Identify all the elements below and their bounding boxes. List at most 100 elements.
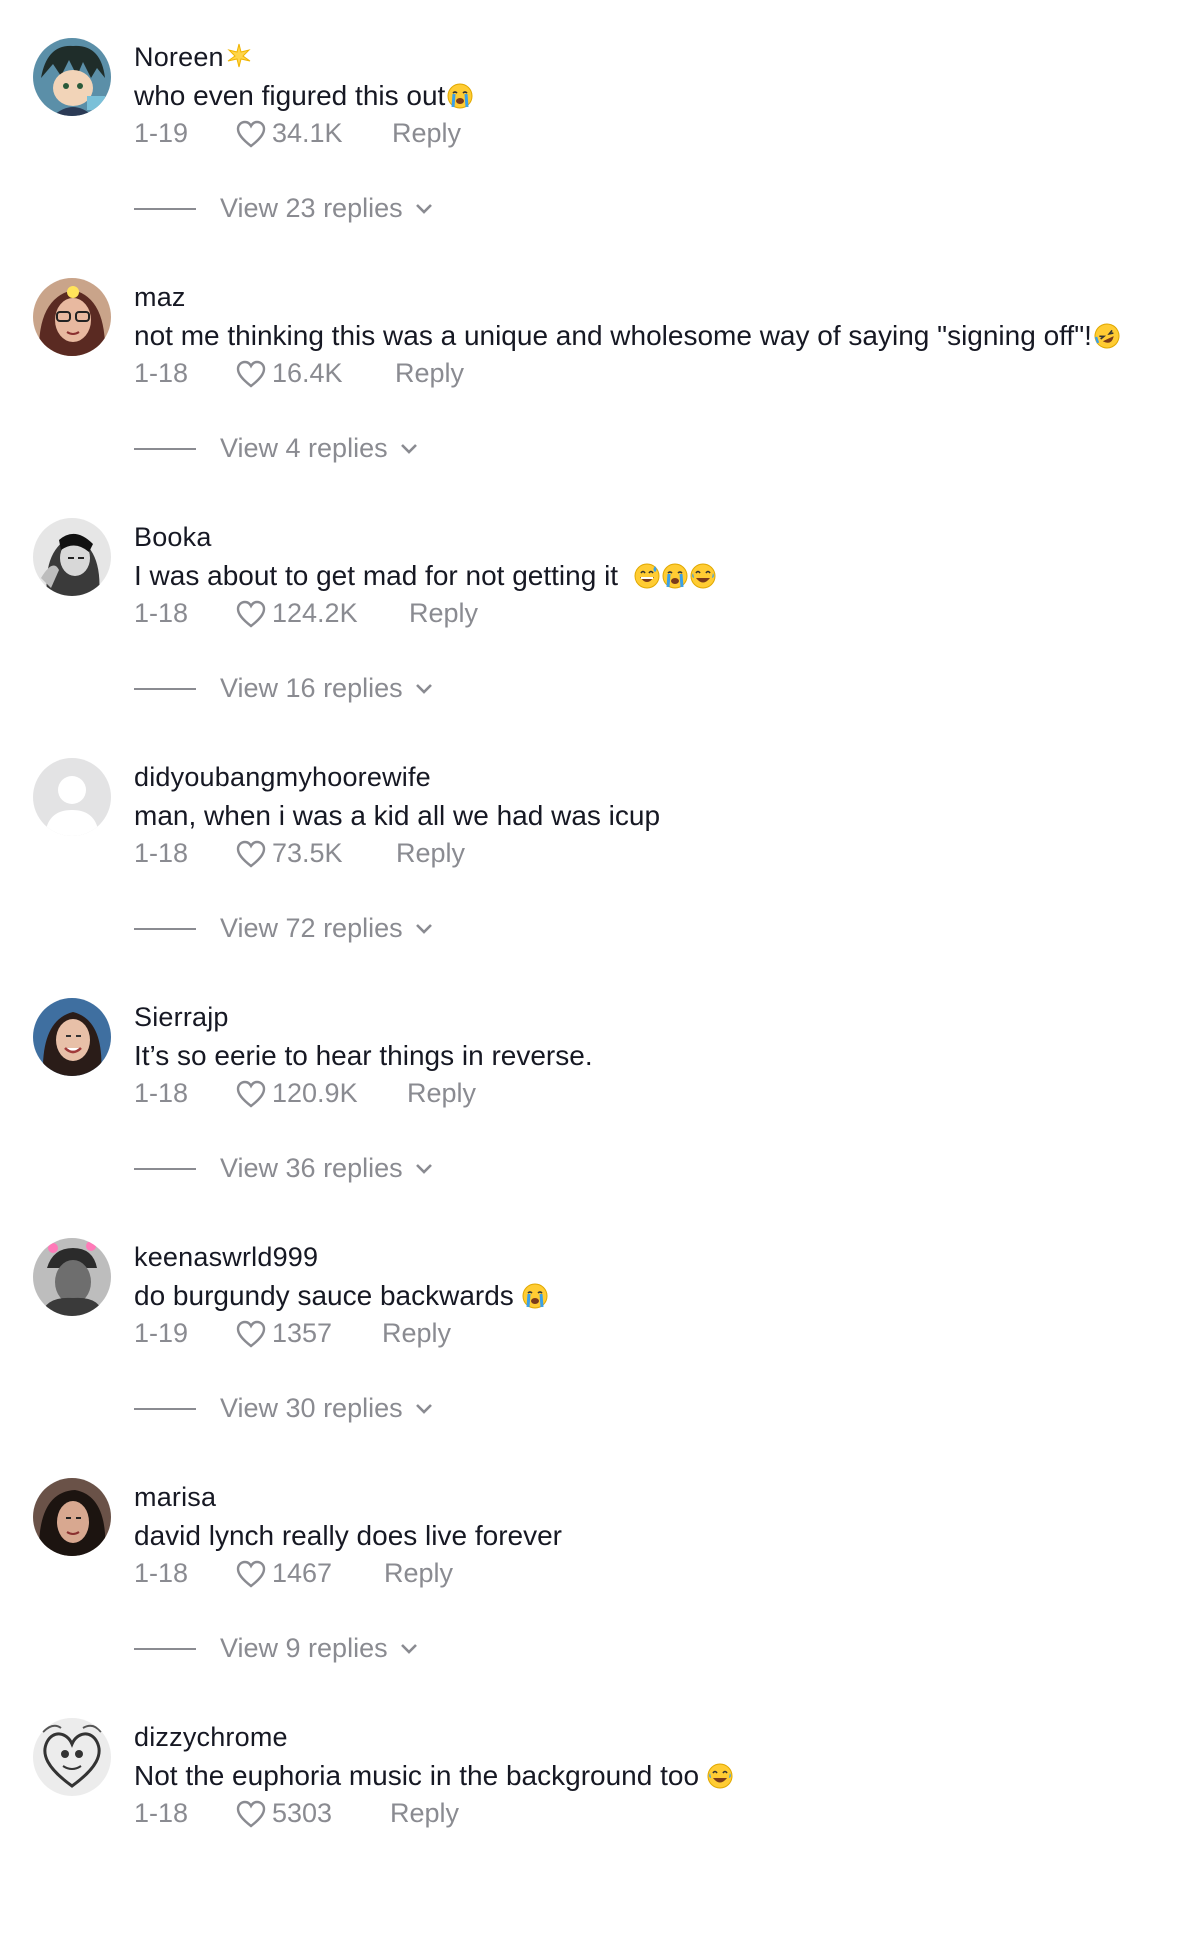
- avatar[interactable]: [33, 1478, 111, 1556]
- rolling-on-floor-laughing-icon: [1094, 323, 1120, 356]
- avatar[interactable]: [33, 1718, 111, 1796]
- heart-icon: [236, 1800, 266, 1828]
- comment-date: 1-19: [134, 1318, 189, 1348]
- avatar[interactable]: [33, 1238, 111, 1316]
- view-replies-button[interactable]: View 72 replies: [134, 913, 433, 944]
- comment-text-content: david lynch really does live forever: [134, 1520, 562, 1551]
- comment-username[interactable]: keenaswrld999: [134, 1242, 318, 1273]
- sparkle-star-icon: [226, 42, 252, 75]
- divider-line: [134, 927, 196, 930]
- comment-username[interactable]: marisa: [134, 1482, 216, 1513]
- comment: Sierrajp It’s so eerie to hear things in…: [0, 998, 1200, 1238]
- view-replies-button[interactable]: View 9 replies: [134, 1633, 418, 1664]
- reply-button[interactable]: Reply: [409, 598, 478, 629]
- chevron-down-icon: [415, 203, 432, 214]
- like-button[interactable]: 5303: [236, 1798, 332, 1829]
- avatar[interactable]: [33, 38, 111, 116]
- smiling-woman-avatar-icon: [33, 998, 111, 1076]
- heart-icon: [236, 120, 266, 148]
- heart-icon: [236, 1080, 266, 1108]
- view-replies-label: View 4 replies: [220, 433, 388, 463]
- view-replies-button[interactable]: View 30 replies: [134, 1393, 433, 1424]
- reply-button[interactable]: Reply: [392, 118, 461, 149]
- heart-icon: [236, 1320, 266, 1348]
- loudly-crying-face-icon: [662, 563, 688, 596]
- reply-button[interactable]: Reply: [390, 1798, 459, 1829]
- face-with-tears-of-joy-icon: [707, 1763, 733, 1796]
- chevron-down-icon: [415, 1403, 432, 1414]
- username-text: Noreen: [134, 42, 224, 72]
- comment-text-content: Not the euphoria music in the background…: [134, 1760, 700, 1791]
- avatar[interactable]: [33, 278, 111, 356]
- username-text: Sierrajp: [134, 1002, 229, 1032]
- grayscale-man-avatar-icon: [33, 1238, 111, 1316]
- view-replies-button[interactable]: View 4 replies: [134, 433, 418, 464]
- loudly-crying-face-icon: [522, 1283, 548, 1316]
- comment-username[interactable]: Noreen: [134, 42, 252, 75]
- like-count: 1467: [272, 1558, 333, 1588]
- chevron-down-icon: [400, 443, 417, 454]
- chevron-down-icon: [415, 1163, 432, 1174]
- like-count: 16.4K: [272, 358, 343, 388]
- reply-button[interactable]: Reply: [407, 1078, 476, 1109]
- chevron-down-icon: [415, 923, 432, 934]
- like-button[interactable]: 1467: [236, 1558, 332, 1589]
- like-button[interactable]: 34.1K: [236, 118, 343, 149]
- like-button[interactable]: 120.9K: [236, 1078, 358, 1109]
- reply-button[interactable]: Reply: [396, 838, 465, 869]
- comment-username[interactable]: maz: [134, 282, 186, 313]
- comment-text-content: who even figured this out: [134, 80, 446, 111]
- comment-date: 1-18: [134, 598, 189, 628]
- view-replies-label: View 36 replies: [220, 1153, 403, 1183]
- comment: Noreen who even figured this out 1-19 34…: [0, 38, 1200, 278]
- comment: keenaswrld999 do burgundy sauce backward…: [0, 1238, 1200, 1478]
- view-replies-button[interactable]: View 23 replies: [134, 193, 433, 224]
- like-count: 5303: [272, 1798, 333, 1828]
- comment-username[interactable]: Booka: [134, 522, 212, 553]
- divider-line: [134, 687, 196, 690]
- avatar[interactable]: [33, 518, 111, 596]
- loudly-crying-face-icon: [447, 83, 473, 116]
- comment-text: It’s so eerie to hear things in reverse.: [134, 1040, 593, 1072]
- view-replies-button[interactable]: View 36 replies: [134, 1153, 433, 1184]
- comment-text-content: not me thinking this was a unique and wh…: [134, 320, 1092, 351]
- comment-username[interactable]: didyoubangmyhoorewife: [134, 762, 431, 793]
- view-replies-label: View 9 replies: [220, 1633, 388, 1663]
- view-replies-label: View 30 replies: [220, 1393, 403, 1423]
- like-button[interactable]: 73.5K: [236, 838, 343, 869]
- comment-date: 1-18: [134, 1798, 189, 1828]
- comment-list: Noreen who even figured this out 1-19 34…: [0, 0, 1200, 1840]
- view-replies-label: View 16 replies: [220, 673, 403, 703]
- comment: didyoubangmyhoorewife man, when i was a …: [0, 758, 1200, 998]
- comment-username[interactable]: Sierrajp: [134, 1002, 229, 1033]
- black-white-portrait-avatar-icon: [33, 518, 111, 596]
- reply-button[interactable]: Reply: [382, 1318, 451, 1349]
- comment-date: 1-19: [134, 118, 189, 148]
- grinning-sweat-icon: [634, 563, 660, 596]
- face-with-tears-of-joy-icon: [690, 563, 716, 596]
- heart-icon: [236, 600, 266, 628]
- default-user-avatar-icon: [33, 758, 111, 836]
- comment-text-content: It’s so eerie to hear things in reverse.: [134, 1040, 593, 1071]
- avatar[interactable]: [33, 758, 111, 836]
- like-button[interactable]: 124.2K: [236, 598, 358, 629]
- view-replies-button[interactable]: View 16 replies: [134, 673, 433, 704]
- comment-text-content: man, when i was a kid all we had was icu…: [134, 800, 661, 831]
- username-text: keenaswrld999: [134, 1242, 319, 1272]
- view-replies-label: View 23 replies: [220, 193, 403, 223]
- reply-button[interactable]: Reply: [384, 1558, 453, 1589]
- divider-line: [134, 1407, 196, 1410]
- like-count: 120.9K: [272, 1078, 358, 1108]
- comment-text: david lynch really does live forever: [134, 1520, 562, 1552]
- reply-button[interactable]: Reply: [395, 358, 464, 389]
- like-button[interactable]: 1357: [236, 1318, 332, 1349]
- like-button[interactable]: 16.4K: [236, 358, 343, 389]
- view-replies-label: View 72 replies: [220, 913, 403, 943]
- chevron-down-icon: [400, 1643, 417, 1654]
- heart-icon: [236, 840, 266, 868]
- comment-username[interactable]: dizzychrome: [134, 1722, 288, 1753]
- comment-text: man, when i was a kid all we had was icu…: [134, 800, 660, 832]
- comment-text: I was about to get mad for not getting i…: [134, 560, 716, 596]
- avatar[interactable]: [33, 998, 111, 1076]
- comment-text: do burgundy sauce backwards: [134, 1280, 548, 1316]
